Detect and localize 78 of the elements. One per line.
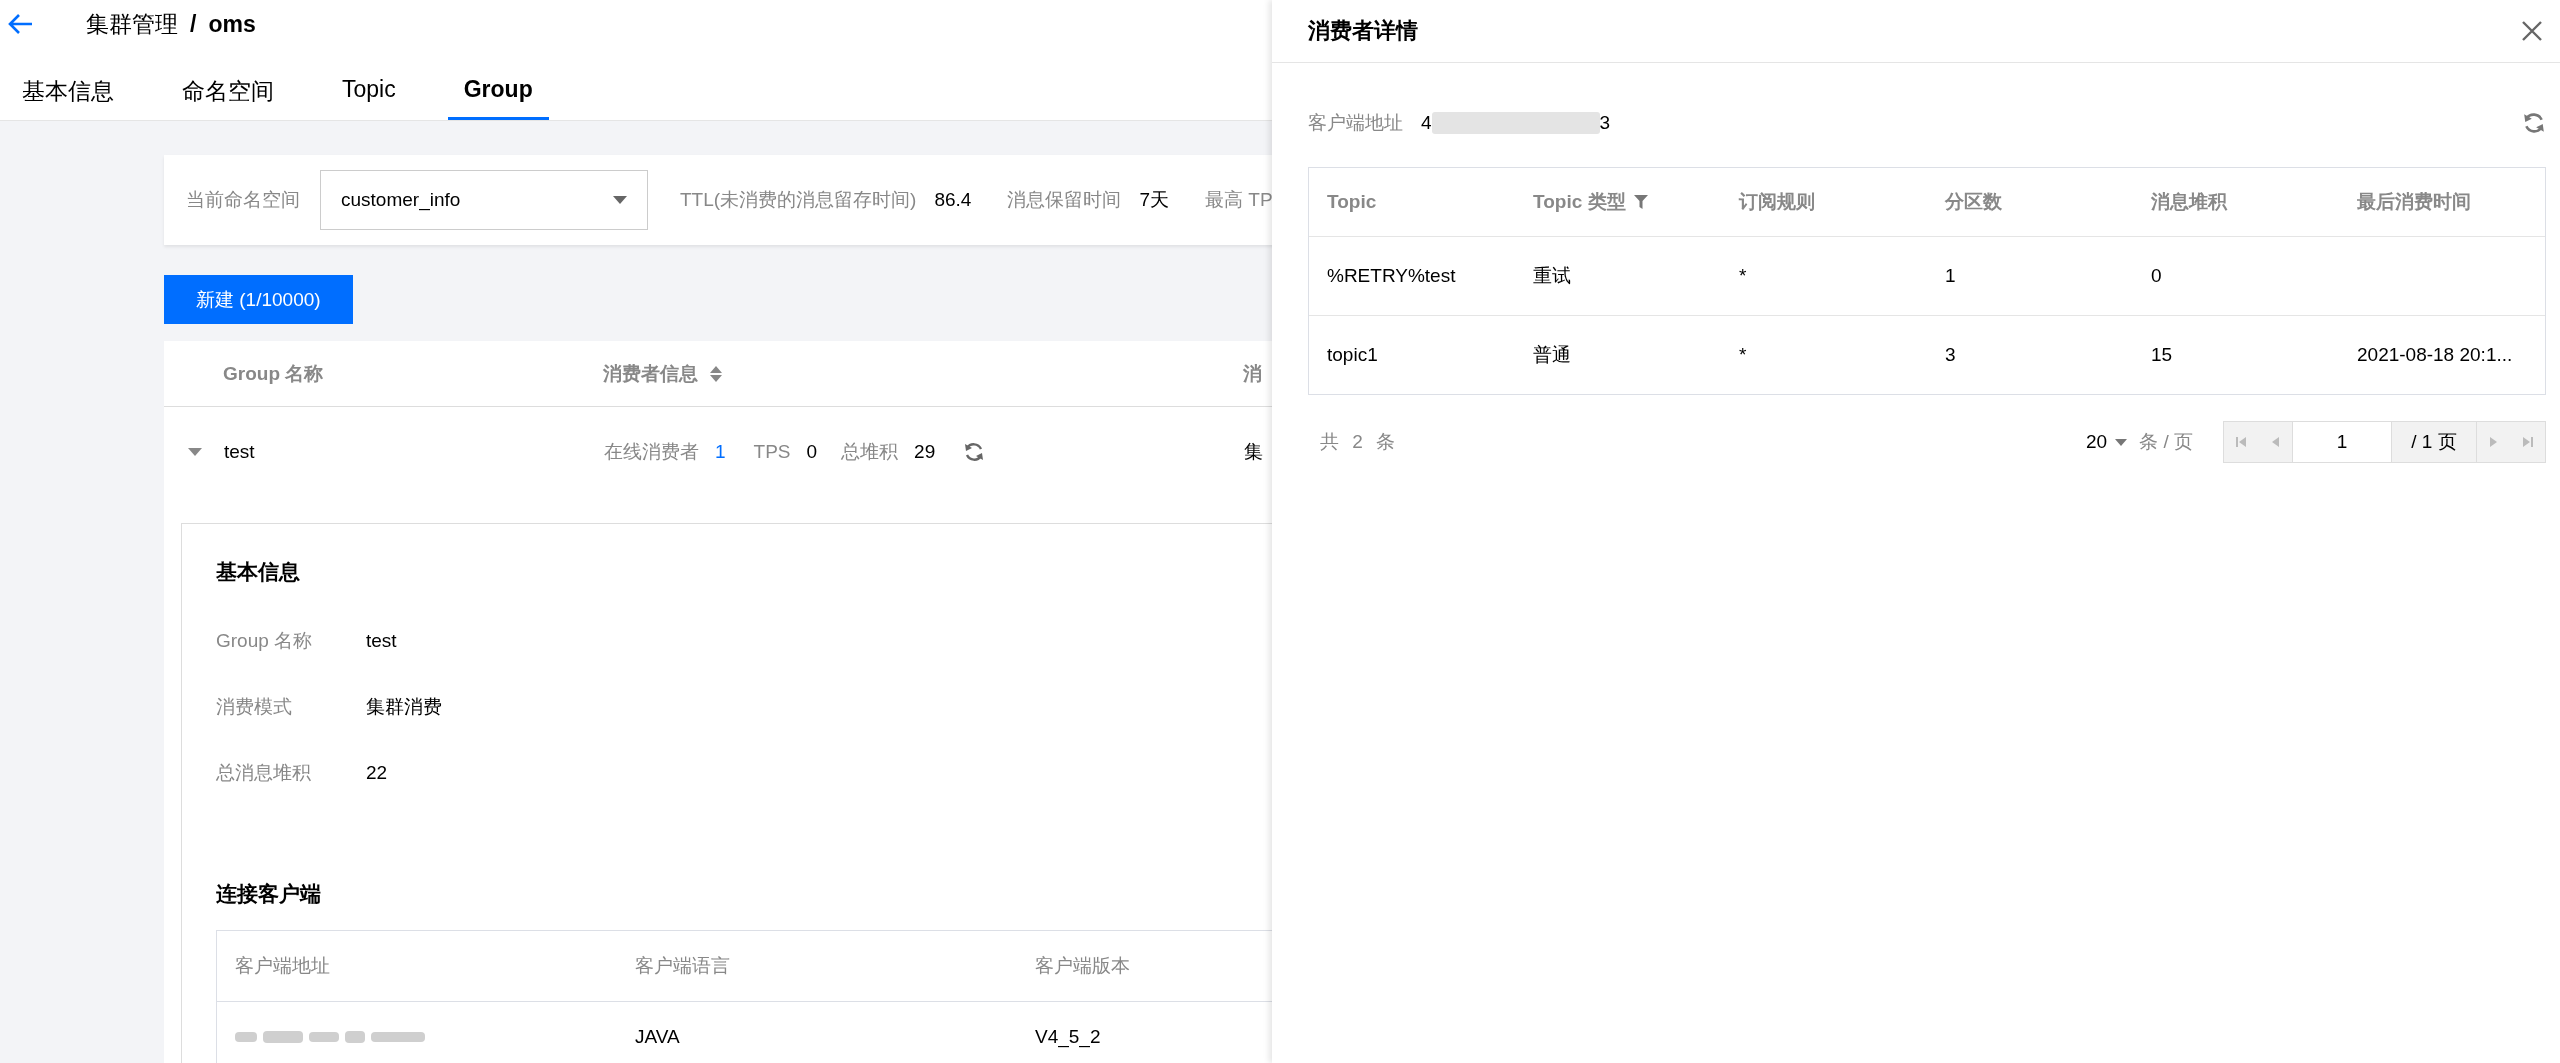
- column-header: 客户端语言: [634, 954, 731, 978]
- table-cell: %RETRY%test: [1327, 265, 1456, 287]
- next-page-icon: [2489, 436, 2499, 448]
- column-header: 客户端版本: [1034, 954, 1131, 978]
- column-header: 消费者信息: [603, 361, 698, 386]
- create-button[interactable]: 新建 (1/10000): [164, 275, 353, 324]
- breadcrumb-link[interactable]: 集群管理: [86, 8, 178, 40]
- stat-value: 7天: [1139, 188, 1169, 212]
- refresh-icon[interactable]: [963, 441, 986, 463]
- backlog-label: 总堆积: [841, 440, 899, 464]
- field-label: Group 名称: [216, 629, 314, 653]
- tps-value: 0: [806, 441, 818, 463]
- field-value: test: [366, 630, 397, 652]
- page-total: / 1 页: [2392, 422, 2477, 462]
- column-header: Topic: [1327, 191, 1377, 213]
- last-page-icon: [2522, 436, 2534, 448]
- breadcrumb-separator: /: [190, 10, 197, 38]
- tps-label: TPS: [753, 441, 791, 463]
- table-cell: *: [1739, 265, 1747, 287]
- filter-icon[interactable]: [1633, 195, 1648, 209]
- address-end: 3: [1599, 112, 1611, 134]
- namespace-label: 当前命名空间: [186, 188, 300, 212]
- table-cell: *: [1739, 344, 1747, 366]
- tab[interactable]: 命名空间: [166, 70, 290, 120]
- backlog-value: 29: [914, 441, 936, 463]
- dropdown-caret-icon: [613, 196, 627, 204]
- page-input[interactable]: 1: [2292, 422, 2392, 462]
- back-icon[interactable]: [8, 13, 34, 35]
- stat-value: 86.4: [934, 189, 972, 211]
- field-value: 集群消费: [366, 695, 442, 719]
- breadcrumb-current: oms: [208, 10, 256, 38]
- table-cell: 0: [2151, 265, 2162, 287]
- section-title: 基本信息: [216, 559, 301, 585]
- column-header: 订阅规则: [1739, 190, 1815, 214]
- sort-icon[interactable]: [710, 365, 722, 382]
- tab[interactable]: Topic: [326, 70, 412, 120]
- tab[interactable]: Group: [447, 70, 549, 120]
- table-cell: 3: [1945, 344, 1956, 366]
- table-cell-text: JAVA: [634, 1026, 681, 1048]
- stat-label: 消息保留时间: [1007, 188, 1122, 212]
- dropdown-caret-icon: [2115, 438, 2128, 446]
- stat-label: TTL(未消费的消息留存时间): [680, 188, 917, 212]
- table-cell-text: 集: [1244, 440, 1263, 464]
- stat-label: 最高 TP: [1205, 188, 1272, 212]
- table-cell: topic1: [1327, 344, 1378, 366]
- total-count: 共 2 条: [1320, 430, 1400, 454]
- column-header: 最后消费时间: [2357, 190, 2471, 214]
- online-consumers-link[interactable]: 1: [715, 441, 726, 463]
- table-cell: 2021-08-18 20:1...: [2357, 344, 2513, 366]
- column-header: 消: [1243, 361, 1262, 386]
- drawer-title: 消费者详情: [1308, 17, 1418, 45]
- section-title: 连接客户端: [216, 881, 322, 907]
- tab[interactable]: 基本信息: [6, 70, 130, 120]
- address-start: 4: [1421, 112, 1432, 134]
- table-cell-text: test: [224, 441, 256, 463]
- expand-caret-icon[interactable]: [188, 447, 202, 457]
- field-label: 消费模式: [216, 695, 293, 719]
- field-value: 22: [366, 762, 388, 784]
- table-cell-text: V4_5_2: [1034, 1026, 1102, 1048]
- namespace-select[interactable]: customer_info: [320, 170, 648, 230]
- column-header: 客户端地址: [234, 954, 331, 978]
- prev-page-icon: [2270, 436, 2280, 448]
- refresh-icon[interactable]: [2522, 111, 2546, 135]
- online-consumers-label: 在线消费者: [604, 440, 699, 464]
- table-cell-text: 重试: [1533, 264, 1571, 288]
- column-header: Group 名称: [223, 361, 324, 386]
- table-cell: 1: [1945, 265, 1956, 287]
- close-icon[interactable]: [2522, 21, 2542, 41]
- column-header: 分区数: [1945, 190, 2002, 214]
- page-size-select[interactable]: 20: [2086, 431, 2128, 453]
- table-cell: 15: [2151, 344, 2173, 366]
- first-page-icon: [2235, 436, 2247, 448]
- address-label: 客户端地址: [1308, 111, 1403, 135]
- page-size-unit: 条 / 页: [2139, 430, 2193, 454]
- field-label: 总消息堆积: [216, 761, 312, 785]
- column-header: 消息堆积: [2151, 190, 2227, 214]
- table-cell-text: 普通: [1533, 343, 1571, 367]
- column-header: Topic 类型: [1533, 190, 1626, 214]
